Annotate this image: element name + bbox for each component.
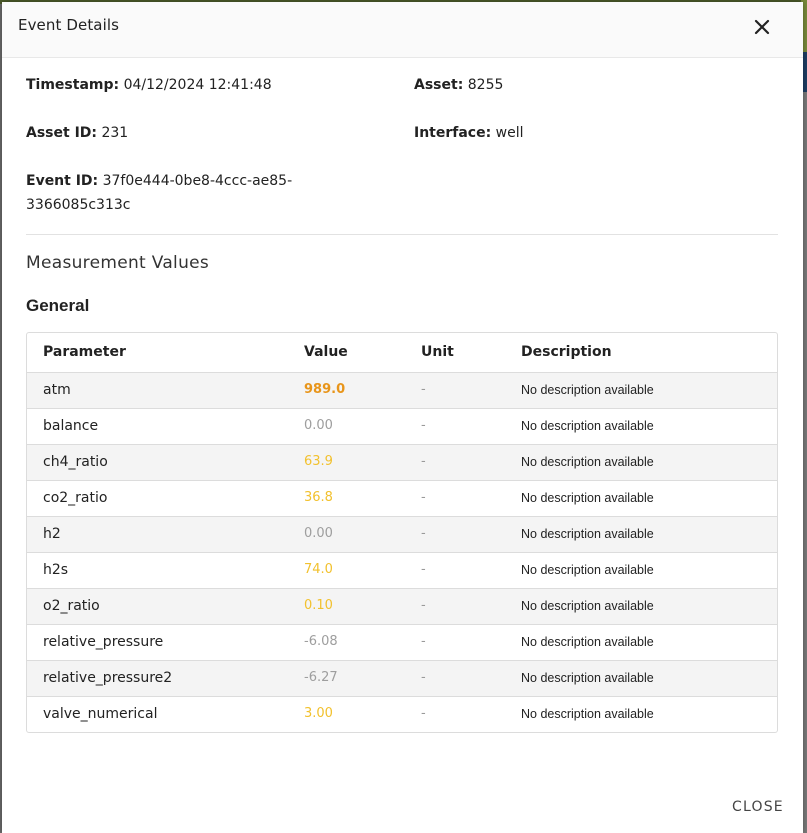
table-row: valve_numerical 3.00 - No description avail… <box>27 697 777 732</box>
description-cell: No description available <box>521 491 654 505</box>
value-cell: 0.00 <box>304 418 333 433</box>
close-icon[interactable] <box>748 13 776 41</box>
parameter-cell: balance <box>43 418 99 434</box>
timestamp-value: 04/12/2024 12:41:48 <box>123 77 272 93</box>
interface-label: Interface: <box>414 125 492 141</box>
value-cell: -6.27 <box>304 670 338 685</box>
value-cell: 0.00 <box>304 526 333 541</box>
value-cell: 3.00 <box>304 706 333 721</box>
asset-id-value: 231 <box>101 125 129 141</box>
value-cell: 74.0 <box>304 562 333 577</box>
table-row: atm 989.0 - No description available <box>27 373 777 409</box>
table-row: relative_pressure2 -6.27 - No description a… <box>27 661 777 697</box>
table-row: h2s 74.0 - No description available <box>27 553 777 589</box>
event-id-field: Event ID: 37f0e444-0be8-4ccc-ae85- 33660… <box>26 169 292 217</box>
header-unit: Unit <box>421 344 454 360</box>
timestamp-label: Timestamp: <box>26 77 120 93</box>
unit-cell: - <box>421 562 426 577</box>
parameter-cell: atm <box>43 382 71 398</box>
interface-field: Interface: well <box>414 121 524 145</box>
event-id-value-line1: 37f0e444-0be8-4ccc-ae85- <box>102 173 293 189</box>
parameter-cell: h2s <box>43 562 69 578</box>
event-id-value-line2: 3366085c313c <box>26 197 131 213</box>
value-cell: 989.0 <box>304 382 346 397</box>
parameter-cell: co2_ratio <box>43 490 108 506</box>
parameter-cell: valve_numerical <box>43 706 158 722</box>
section-title: Measurement Values <box>26 253 210 273</box>
table-row: o2_ratio 0.10 - No description available <box>27 589 777 625</box>
unit-cell: - <box>421 706 426 721</box>
value-cell: 63.9 <box>304 454 333 469</box>
description-cell: No description available <box>521 455 654 469</box>
header-description: Description <box>521 344 612 360</box>
dialog-title: Event Details <box>18 16 120 34</box>
parameter-cell: h2 <box>43 526 61 542</box>
timestamp-field: Timestamp: 04/12/2024 12:41:48 <box>26 73 272 97</box>
description-cell: No description available <box>521 599 654 613</box>
dialog-header: Event Details <box>2 2 803 58</box>
unit-cell: - <box>421 418 426 433</box>
parameter-cell: ch4_ratio <box>43 454 108 470</box>
table-row: relative_pressure -6.08 - No description av… <box>27 625 777 661</box>
unit-cell: - <box>421 598 426 613</box>
unit-cell: - <box>421 634 426 649</box>
table-body: atm 989.0- No description available balance… <box>27 373 777 732</box>
table-header: Parameter Value Unit Description <box>27 333 777 373</box>
description-cell: No description available <box>521 635 654 649</box>
value-cell: 36.8 <box>304 490 333 505</box>
value-cell: 0.10 <box>304 598 333 613</box>
event-details-dialog: Event Details Timestamp: 04/12/2024 12:4… <box>2 2 803 833</box>
description-cell: No description available <box>521 671 654 685</box>
interface-value: well <box>495 125 524 141</box>
parameter-cell: relative_pressure2 <box>43 670 173 686</box>
close-button[interactable]: CLOSE <box>732 799 784 815</box>
group-title: General <box>26 296 90 315</box>
unit-cell: - <box>421 382 426 397</box>
unit-cell: - <box>421 454 426 469</box>
table-row: balance 0.00 - No description available <box>27 409 777 445</box>
table-row: h2 0.00 - No description available <box>27 517 777 553</box>
description-cell: No description available <box>521 383 654 397</box>
description-cell: No description available <box>521 527 654 541</box>
measurement-table: Parameter Value Unit Description atm 989.… <box>26 332 778 733</box>
description-cell: No description available <box>521 707 654 721</box>
asset-field: Asset: 8255 <box>414 73 503 97</box>
unit-cell: - <box>421 490 426 505</box>
divider <box>26 234 778 235</box>
description-cell: No description available <box>521 563 654 577</box>
event-id-label: Event ID: <box>26 173 99 189</box>
parameter-cell: o2_ratio <box>43 598 100 614</box>
asset-id-label: Asset ID: <box>26 125 97 141</box>
parameter-cell: relative_pressure <box>43 634 164 650</box>
asset-value: 8255 <box>467 77 504 93</box>
value-cell: -6.08 <box>304 634 338 649</box>
unit-cell: - <box>421 670 426 685</box>
header-parameter: Parameter <box>43 344 126 360</box>
description-cell: No description available <box>521 419 654 433</box>
table-row: ch4_ratio 63.9 - No description available <box>27 445 777 481</box>
header-value: Value <box>304 344 348 360</box>
asset-label: Asset: <box>414 77 464 93</box>
asset-id-field: Asset ID: 231 <box>26 121 128 145</box>
unit-cell: - <box>421 526 426 541</box>
table-row: co2_ratio 36.8 - No description available <box>27 481 777 517</box>
